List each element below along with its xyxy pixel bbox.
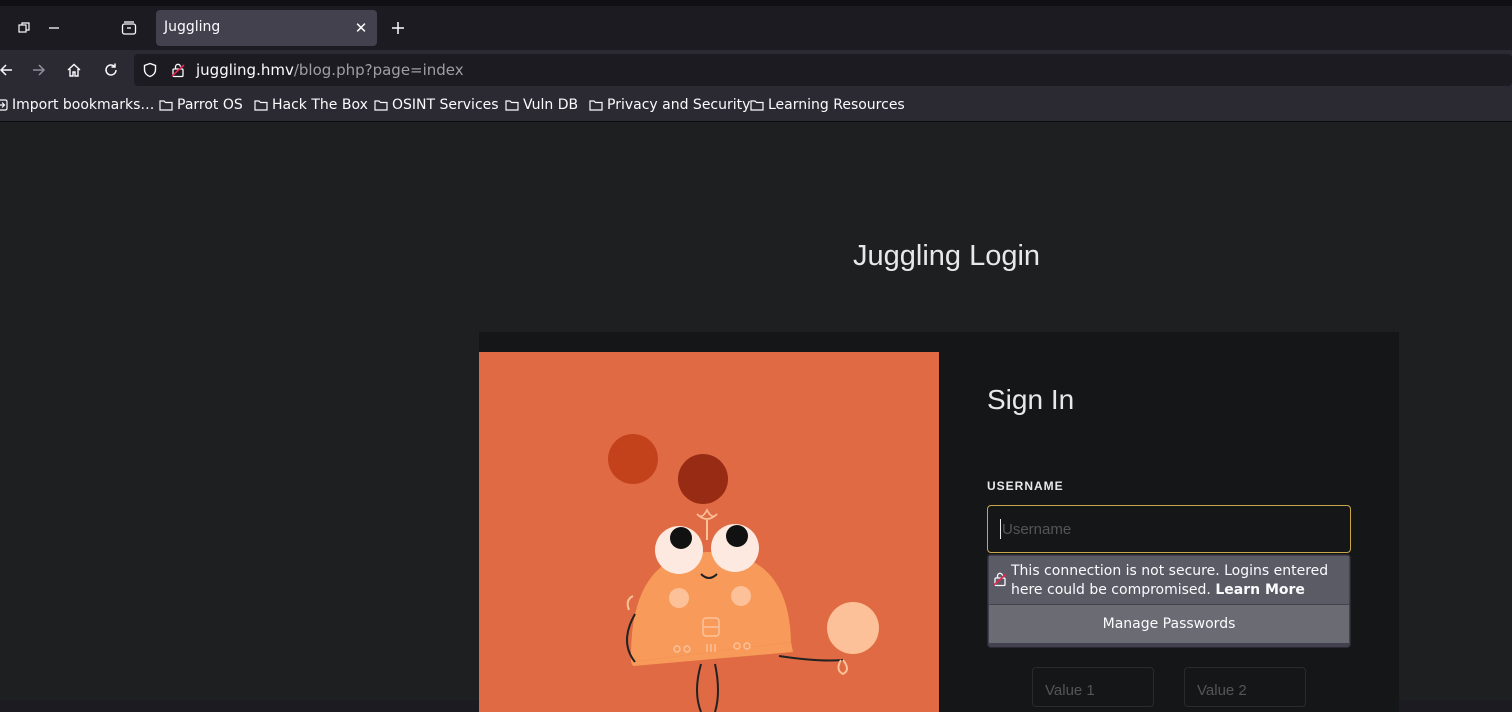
url-bar[interactable]: juggling.hmv/blog.php?page=index: [134, 54, 1512, 86]
url-text: juggling.hmv/blog.php?page=index: [196, 61, 464, 79]
firefox-view-icon[interactable]: [117, 16, 141, 40]
bookmark-vuln-db[interactable]: Vuln DB: [505, 97, 578, 113]
folder-icon: [374, 100, 388, 111]
value-2-field[interactable]: Value 2: [1184, 667, 1306, 707]
folder-icon: [505, 100, 519, 111]
url-host: juggling.hmv: [196, 61, 294, 79]
tab-juggling[interactable]: Juggling ✕: [156, 10, 377, 46]
forward-icon[interactable]: [27, 58, 51, 82]
page-title: Juggling Login: [853, 240, 1041, 272]
bookmark-label: Privacy and Security: [607, 97, 751, 113]
bookmark-label: Hack The Box: [272, 97, 368, 113]
insecure-lock-icon[interactable]: [166, 58, 190, 82]
text-caret: [1000, 519, 1001, 539]
bookmark-parrot-os[interactable]: Parrot OS: [159, 97, 243, 113]
bookmark-osint-services[interactable]: OSINT Services: [374, 97, 499, 113]
new-tab-icon[interactable]: [386, 16, 410, 40]
navigation-bar: juggling.hmv/blog.php?page=index: [0, 50, 1512, 90]
page-content: Juggling Login Sign In USERNAME Username…: [0, 122, 1512, 712]
restore-window-icon[interactable]: [12, 16, 36, 40]
bookmark-label: Parrot OS: [177, 97, 243, 113]
folder-icon: [159, 100, 173, 111]
bookmark-label: Import bookmarks…: [12, 97, 155, 113]
bookmark-label: Learning Resources: [768, 97, 905, 113]
folder-icon: [589, 100, 603, 111]
username-input[interactable]: [987, 505, 1351, 553]
minimize-window-icon[interactable]: [42, 16, 66, 40]
folder-icon: [254, 100, 268, 111]
username-label: USERNAME: [987, 479, 1064, 493]
insecure-warning-text: This connection is not secure. Logins en…: [1011, 562, 1345, 600]
insecure-lock-icon: [992, 571, 1008, 591]
back-icon[interactable]: [0, 58, 18, 82]
learn-more-link[interactable]: Learn More: [1215, 582, 1305, 598]
url-path: /blog.php?page=index: [293, 61, 464, 79]
sign-in-heading: Sign In: [987, 384, 1075, 415]
bookmarks-bar: Import bookmarks… Parrot OS Hack The Box…: [0, 90, 1512, 122]
bookmark-learning-resources[interactable]: Learning Resources: [750, 97, 905, 113]
bookmark-privacy-and-security[interactable]: Privacy and Security: [589, 97, 750, 113]
close-tab-icon[interactable]: ✕: [351, 18, 371, 38]
tab-title: Juggling: [164, 19, 221, 35]
import-icon: [0, 99, 8, 111]
value-1-field[interactable]: Value 1: [1032, 667, 1154, 707]
bookmark-hack-the-box[interactable]: Hack The Box: [254, 97, 368, 113]
tracking-protection-shield-icon[interactable]: [138, 58, 162, 82]
bookmark-import[interactable]: Import bookmarks…: [0, 97, 154, 113]
bookmark-label: OSINT Services: [392, 97, 499, 113]
juggler-illustration: [479, 352, 939, 712]
folder-icon: [750, 100, 764, 111]
insecure-login-popup: This connection is not secure. Logins en…: [987, 554, 1351, 648]
insecure-login-warning[interactable]: This connection is not secure. Logins en…: [989, 556, 1349, 604]
reload-icon[interactable]: [99, 58, 123, 82]
manage-passwords-button[interactable]: Manage Passwords: [989, 605, 1349, 643]
bookmark-label: Vuln DB: [523, 97, 579, 113]
home-icon[interactable]: [62, 58, 86, 82]
tab-bar: Juggling ✕: [0, 6, 1512, 50]
